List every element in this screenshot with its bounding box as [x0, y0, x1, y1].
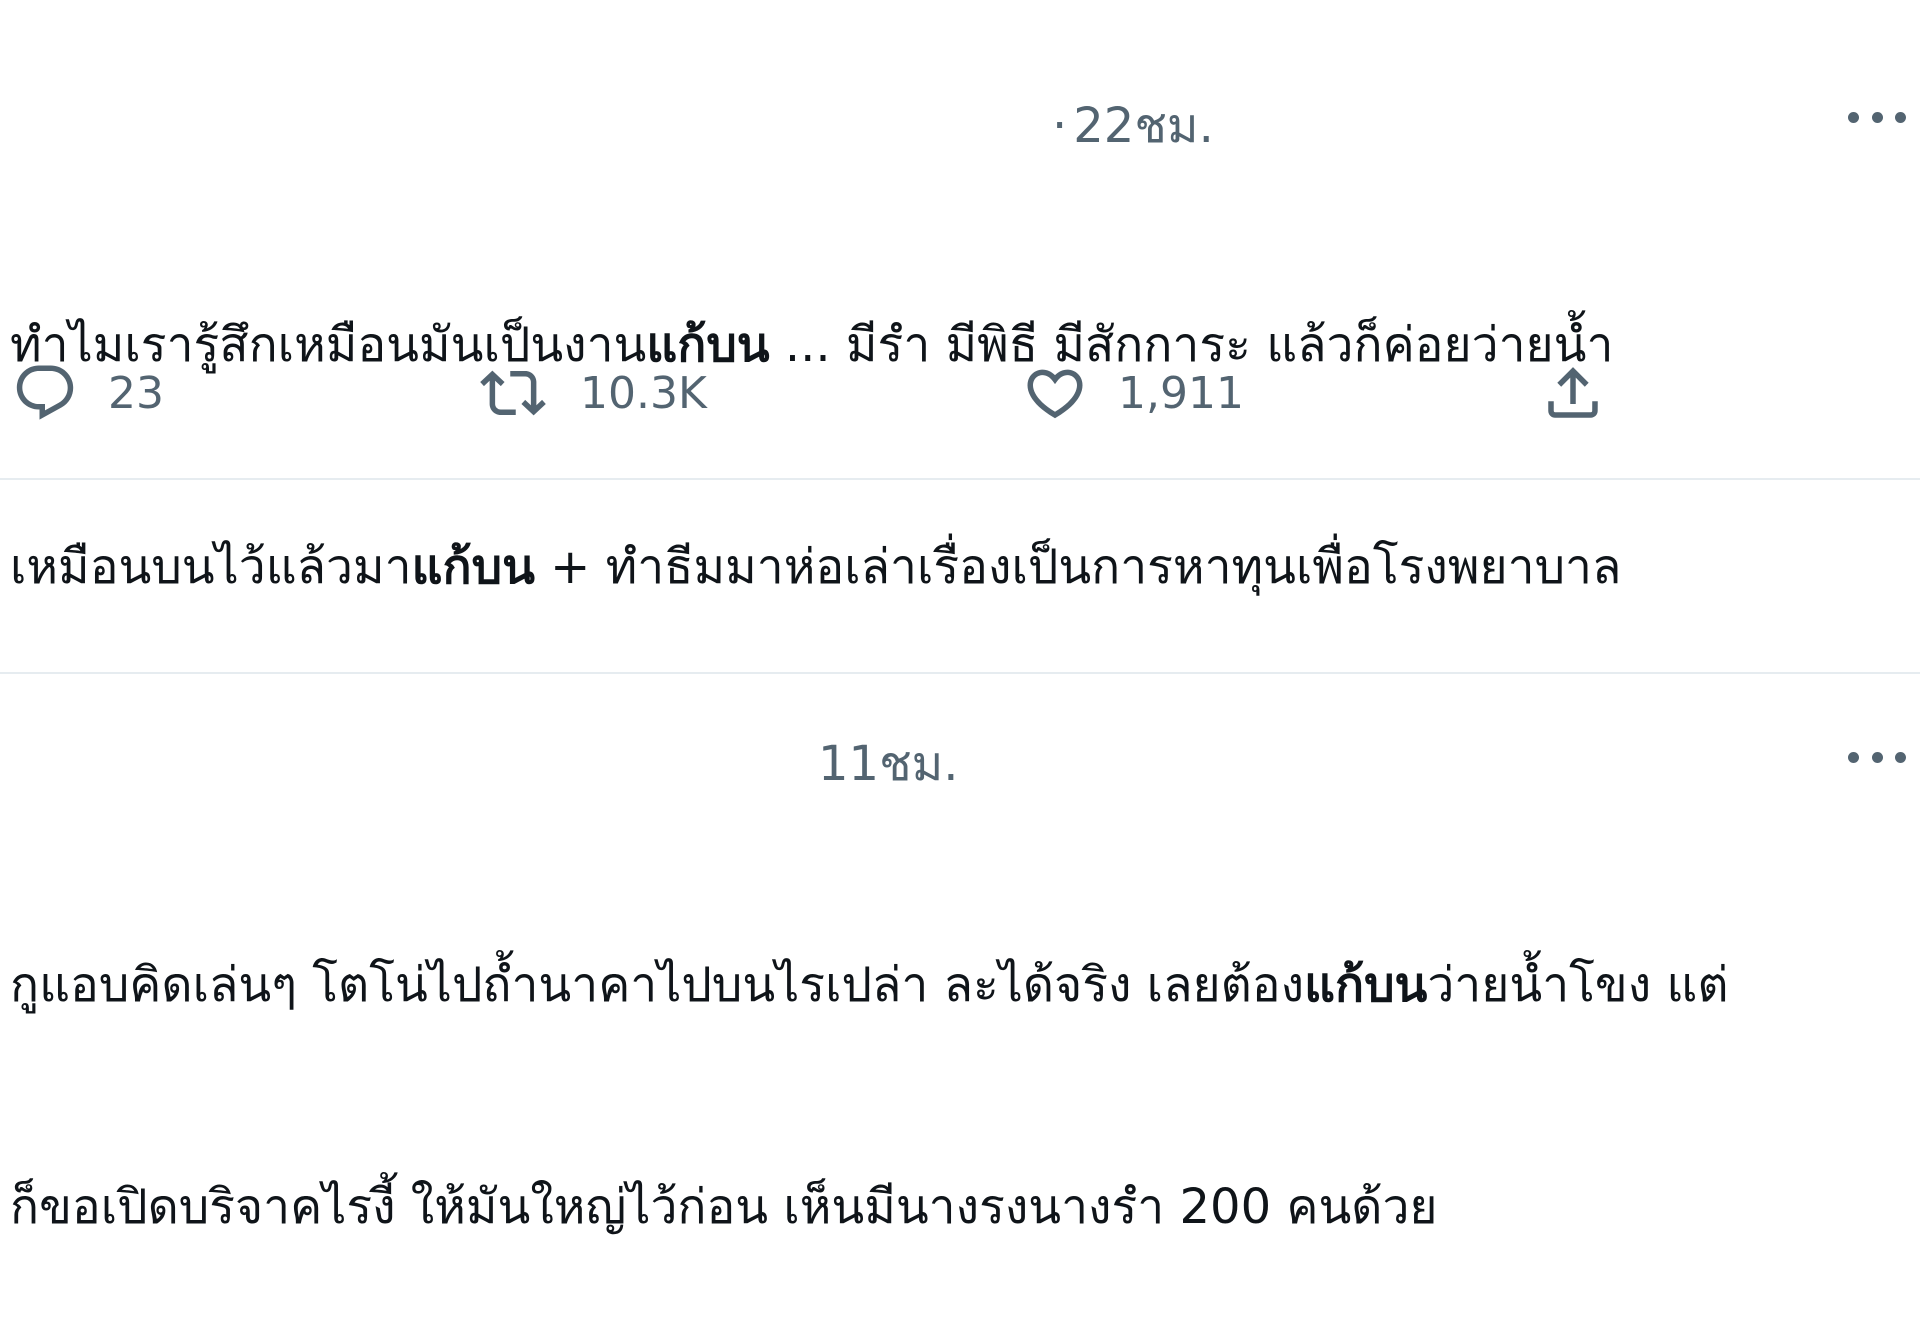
- retweet-count: 10.3K: [580, 367, 707, 419]
- more-icon: [1895, 751, 1906, 763]
- text-run: ก็ขอเปิดบริจาคไรงี้ ให้มันใหญ่ไว้ก่อน เห…: [10, 1179, 1438, 1235]
- text-run: เหมือนบนไว้แล้วมา: [10, 539, 412, 595]
- heart-icon: [1027, 369, 1083, 419]
- tweet-text: กูแอบคิดเล่นๆ โตโน่ไปถ้ำนาคาไปบนไรเปล่า …: [10, 800, 1910, 1318]
- text-run-bold: แก้บน: [411, 539, 535, 595]
- text-run: + ทำธีมมาห่อเล่าเรื่องเป็นการหาทุนเพื่อโ…: [534, 539, 1622, 595]
- share-button[interactable]: [1540, 360, 1606, 426]
- text-run: กูแอบคิดเล่นๆ โตโน่ไปถ้ำนาคาไปบนไรเปล่า …: [10, 957, 1305, 1013]
- share-icon: [1548, 367, 1598, 418]
- tweet-actions: 23 10.3K 1,911: [0, 360, 1920, 430]
- retweet-button[interactable]: 10.3K: [476, 360, 707, 426]
- time-separator: ·: [1052, 98, 1068, 154]
- like-count: 1,911: [1118, 367, 1244, 419]
- tweet[interactable]: · 22ชม. ทำไมเรารู้สึกเหมือนมันเป็นงานแก้บ…: [0, 0, 1920, 595]
- retweet-icon: [480, 370, 546, 416]
- reply-icon: [16, 365, 74, 420]
- tweet-text-line: ก็ขอเปิดบริจาคไรงี้ ให้มันใหญ่ไว้ก่อน เห…: [10, 1170, 1910, 1244]
- more-icon: [1895, 111, 1906, 123]
- tweet-timestamp[interactable]: 11ชม.: [818, 726, 959, 802]
- time-label: 11ชม.: [818, 736, 959, 792]
- more-icon: [1871, 751, 1883, 763]
- more-icon: [1871, 111, 1883, 123]
- like-button[interactable]: 1,911: [1022, 360, 1244, 426]
- more-options-button[interactable]: [1848, 110, 1906, 124]
- time-label: 22ชม.: [1073, 98, 1214, 154]
- tweet-timestamp[interactable]: · 22ชม.: [1052, 88, 1214, 164]
- text-run-bold: แก้บน: [1304, 957, 1428, 1013]
- tweet-text-line: กูแอบคิดเล่นๆ โตโน่ไปถ้ำนาคาไปบนไรเปล่า …: [10, 948, 1910, 1022]
- text-run: ว่ายน้ำโขง แต่: [1427, 957, 1729, 1013]
- more-options-button[interactable]: [1848, 750, 1906, 764]
- more-icon: [1848, 111, 1859, 123]
- more-icon: [1848, 751, 1859, 763]
- tweet-text: ทำไมเรารู้สึกเหมือนมันเป็นงานแก้บน ... ม…: [10, 160, 1910, 752]
- tweet-text-line: เหมือนบนไว้แล้วมาแก้บน + ทำธีมมาห่อเล่าเ…: [10, 530, 1910, 604]
- reply-count: 23: [108, 367, 164, 419]
- reply-button[interactable]: 23: [12, 360, 164, 426]
